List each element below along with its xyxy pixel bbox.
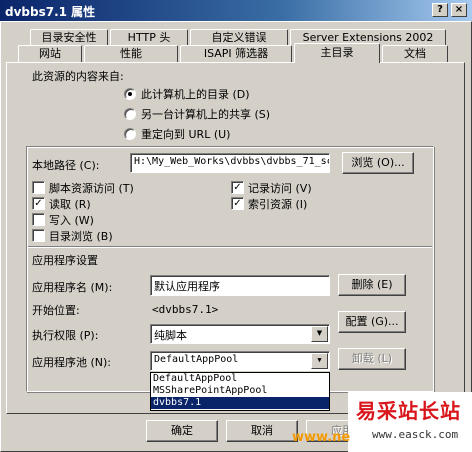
radio-network-share-label[interactable]: 另一台计算机上的共享 (S) (141, 106, 270, 122)
local-path-input[interactable]: H:\My_Web_Works\dvbbs\dvbbs_71_sc (130, 153, 330, 173)
radio-local-directory[interactable] (124, 88, 136, 100)
radio-redirect-url[interactable] (124, 128, 136, 140)
write-checkbox[interactable] (32, 213, 45, 226)
directory-browse-checkbox[interactable] (32, 229, 45, 242)
app-pool-dropdown-list[interactable]: DefaultAppPool MSSharePointAppPool dvbbs… (150, 372, 330, 411)
log-visits-label[interactable]: 记录访问 (V) (248, 180, 312, 196)
separator (28, 246, 432, 248)
source-label: 此资源的内容来自: (32, 70, 124, 83)
radio-local-directory-label[interactable]: 此计算机上的目录 (D) (141, 86, 250, 102)
script-source-checkbox[interactable] (32, 181, 45, 194)
execute-permissions-label: 执行权限 (P): (32, 329, 99, 342)
log-visits-checkbox[interactable]: ✓ (231, 181, 244, 194)
read-label[interactable]: 读取 (R) (49, 196, 91, 212)
execute-permissions-value: 纯脚本 (154, 329, 187, 342)
start-point-value: <dvbbs7.1> (152, 303, 219, 316)
close-button[interactable]: × (451, 3, 467, 17)
window-title: dvbbs7.1 属性 (5, 5, 96, 19)
watermark-site-name: 易采站长站 (356, 399, 461, 423)
tab-documents[interactable]: 文档 (382, 45, 448, 62)
cancel-button[interactable]: 取消 (226, 420, 298, 442)
read-checkbox[interactable]: ✓ (32, 197, 45, 210)
configure-button[interactable]: 配置 (G)... (338, 311, 406, 333)
dropdown-option-selected[interactable]: dvbbs7.1 (151, 397, 329, 409)
tab-website[interactable]: 网站 (18, 45, 82, 62)
app-pool-value: DefaultAppPool (154, 354, 239, 365)
app-name-input[interactable]: 默认应用程序 (150, 275, 330, 296)
ok-button[interactable]: 确定 (146, 420, 218, 442)
tab-custom-errors[interactable]: 自定义错误 (190, 29, 288, 46)
execute-permissions-select[interactable]: 纯脚本 ▼ (150, 324, 330, 344)
browse-button[interactable]: 浏览 (O)... (342, 152, 414, 174)
script-source-label[interactable]: 脚本资源访问 (T) (49, 180, 134, 196)
radio-redirect-url-label[interactable]: 重定向到 URL (U) (141, 126, 230, 142)
chevron-down-icon[interactable]: ▼ (311, 326, 328, 342)
app-pool-label: 应用程序池 (N): (32, 356, 112, 369)
help-button[interactable]: ? (432, 3, 448, 17)
dropdown-option[interactable]: MSSharePointAppPool (151, 385, 329, 397)
watermark-partial: www.ne (292, 430, 351, 445)
unload-button[interactable]: 卸载 (L) (338, 348, 406, 370)
write-label[interactable]: 写入 (W) (49, 212, 94, 228)
tab-isapi-filters[interactable]: ISAPI 筛选器 (180, 45, 292, 62)
tab-performance[interactable]: 性能 (84, 45, 178, 62)
app-settings-label: 应用程序设置 (32, 254, 98, 267)
tab-home-directory[interactable]: 主目录 (294, 43, 380, 63)
tab-http-headers[interactable]: HTTP 头 (110, 29, 188, 46)
index-resource-checkbox[interactable]: ✓ (231, 197, 244, 210)
tab-directory-security[interactable]: 目录安全性 (30, 29, 108, 46)
local-path-label: 本地路径 (C): (32, 159, 100, 172)
remove-button[interactable]: 删除 (E) (338, 274, 406, 296)
index-resource-label[interactable]: 索引资源 (I) (248, 196, 307, 212)
app-name-label: 应用程序名 (M): (32, 281, 113, 294)
radio-network-share[interactable] (124, 108, 136, 120)
directory-browse-label[interactable]: 目录浏览 (B) (49, 228, 113, 244)
app-pool-select[interactable]: DefaultAppPool ▼ (150, 351, 330, 371)
watermark-url: www.easck.com (372, 428, 459, 441)
chevron-down-icon[interactable]: ▼ (311, 353, 328, 369)
start-point-label: 开始位置: (32, 304, 80, 317)
dropdown-option[interactable]: DefaultAppPool (151, 373, 329, 385)
